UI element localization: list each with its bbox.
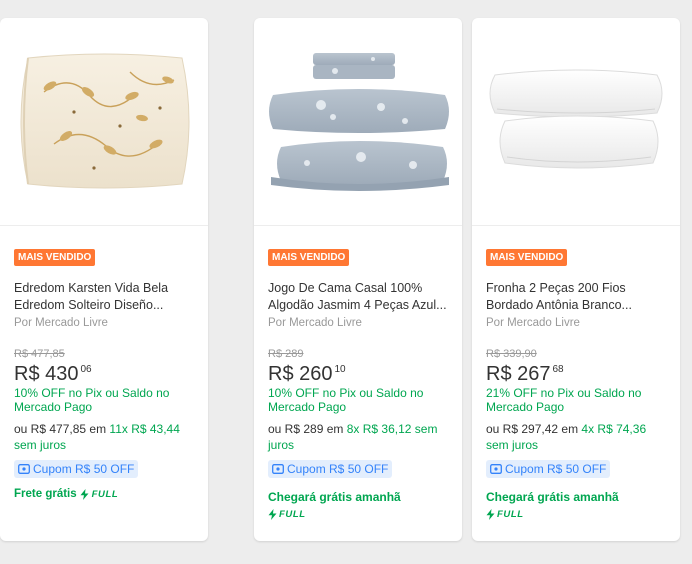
installments: ou R$ 297,42 em 4x R$ 74,36 sem juros (486, 421, 666, 453)
coupon-label: Cupom R$ 50 OFF (287, 462, 389, 476)
seller-label: Por Mercado Livre (486, 317, 580, 329)
installments-suffix: sem juros (14, 438, 67, 452)
coupon-badge[interactable]: Cupom R$ 50 OFF (486, 460, 611, 478)
coupon-icon (18, 464, 30, 474)
original-price: R$ 477,85 (14, 348, 65, 360)
price-cents: 10 (334, 364, 346, 375)
coupon-badge[interactable]: Cupom R$ 50 OFF (268, 460, 393, 478)
bedsheet-image (269, 52, 449, 191)
lightning-icon (268, 509, 277, 520)
product-card-comforter[interactable]: MAIS VENDIDO Edredom Karsten Vida Bela E… (0, 18, 208, 541)
product-card-pillowcase[interactable]: MAIS VENDIDO Fronha 2 Peças 200 Fios Bor… (472, 18, 680, 541)
comforter-image (20, 53, 190, 188)
seller-label: Por Mercado Livre (268, 317, 362, 329)
seller-label: Por Mercado Livre (14, 317, 108, 329)
shipping-info: Chegará grátis amanhã (486, 490, 619, 504)
pillowcase-image (489, 69, 663, 168)
original-price: R$ 339,90 (486, 348, 537, 360)
price-cents: 68 (552, 364, 564, 375)
price-cents: 06 (80, 364, 92, 375)
installments-highlight: 11x R$ 43,44 (109, 422, 180, 436)
pix-discount: 10% OFF no Pix ou Saldo no Mercado Pago (14, 386, 170, 414)
price-main: R$ 267 (486, 363, 551, 385)
full-label: FULL (91, 488, 119, 500)
pix-discount: 21% OFF no Pix ou Saldo no Mercado Pago (486, 386, 642, 414)
lightning-icon (486, 509, 495, 520)
price-main: R$ 430 (14, 363, 79, 385)
shipping-info: Chegará grátis amanhã (268, 490, 401, 504)
price-main: R$ 260 (268, 363, 333, 385)
product-title[interactable]: Jogo De Cama Casal 100% Algodão Jasmim 4… (268, 280, 448, 314)
product-title[interactable]: Edredom Karsten Vida Bela Edredom Soltei… (14, 280, 194, 314)
full-label: FULL (279, 509, 306, 520)
current-price: R$ 430 06 (14, 363, 194, 385)
product-image-pillowcase[interactable] (472, 18, 680, 226)
pix-discount: 10% OFF no Pix ou Saldo no Mercado Pago (268, 386, 424, 414)
product-title[interactable]: Fronha 2 Peças 200 Fios Bordado Antônia … (486, 280, 666, 314)
best-seller-badge: MAIS VENDIDO (486, 249, 568, 266)
product-image-bedsheet[interactable] (254, 18, 462, 226)
current-price: R$ 267 68 (486, 363, 666, 385)
lightning-icon (80, 488, 89, 500)
coupon-badge[interactable]: Cupom R$ 50 OFF (14, 460, 139, 478)
full-badge: FULL (268, 509, 448, 520)
installments-prefix: ou R$ 297,42 em (486, 422, 582, 436)
installments-prefix: ou R$ 289 em (268, 422, 347, 436)
coupon-label: Cupom R$ 50 OFF (33, 462, 135, 476)
coupon-icon (272, 464, 284, 474)
shipping-info: Frete grátis FULL (14, 488, 194, 500)
coupon-label: Cupom R$ 50 OFF (505, 462, 607, 476)
original-price: R$ 289 (268, 348, 304, 360)
installments: ou R$ 477,85 em 11x R$ 43,44 sem juros (14, 421, 194, 453)
coupon-icon (490, 464, 502, 474)
current-price: R$ 260 10 (268, 363, 448, 385)
shipping-label: Frete grátis (14, 488, 77, 500)
installments: ou R$ 289 em 8x R$ 36,12 sem juros (268, 421, 448, 453)
best-seller-badge: MAIS VENDIDO (14, 249, 96, 266)
installments-highlight: 4x R$ 74,36 (581, 422, 647, 436)
best-seller-badge: MAIS VENDIDO (268, 249, 350, 266)
installments-suffix: sem juros (486, 438, 539, 452)
product-card-bedsheet[interactable]: MAIS VENDIDO Jogo De Cama Casal 100% Alg… (254, 18, 462, 541)
installments-prefix: ou R$ 477,85 em (14, 422, 110, 436)
full-label: FULL (497, 509, 524, 520)
product-image-comforter[interactable] (0, 18, 208, 226)
full-badge: FULL (486, 509, 666, 520)
